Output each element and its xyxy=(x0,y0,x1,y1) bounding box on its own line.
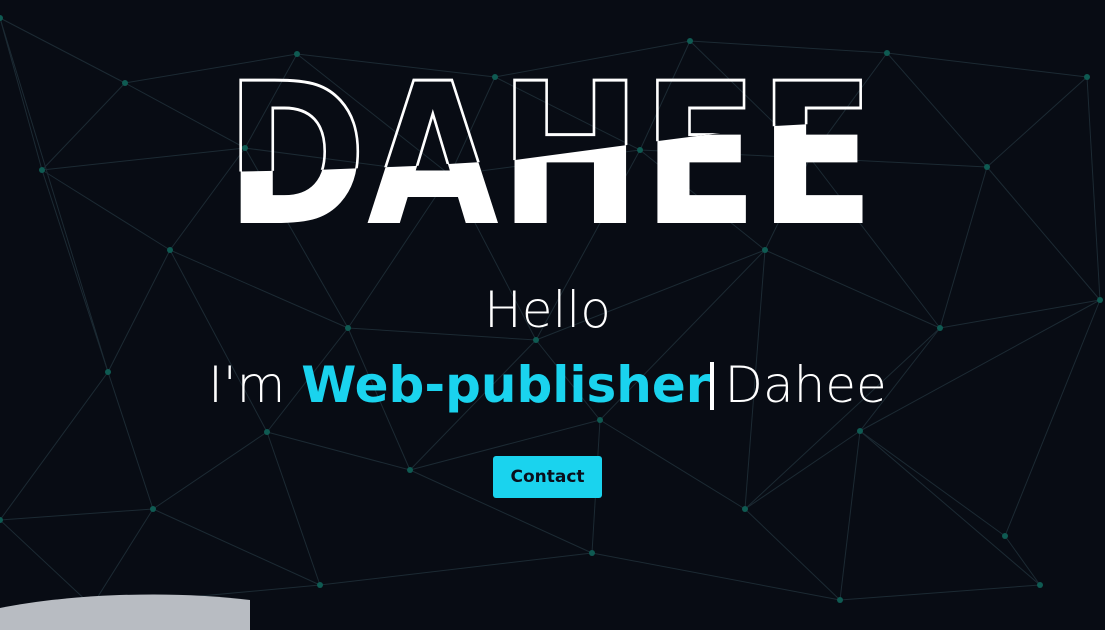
bottom-wave-shape xyxy=(0,594,250,630)
contact-button[interactable]: Contact xyxy=(493,456,602,498)
typing-cursor xyxy=(710,362,715,410)
logo-dahee: DAHEE DAHEE xyxy=(224,60,877,240)
greeting-hello: Hello xyxy=(484,281,611,339)
hero-section: DAHEE DAHEE Hello I'm Web-publisher Dahee… xyxy=(0,0,1105,630)
intro-line: I'm Web-publisher Dahee xyxy=(0,354,1095,416)
intro-name: Dahee xyxy=(724,356,887,414)
intro-prefix: I'm xyxy=(208,356,302,414)
typed-role: Web-publisher xyxy=(301,356,711,414)
